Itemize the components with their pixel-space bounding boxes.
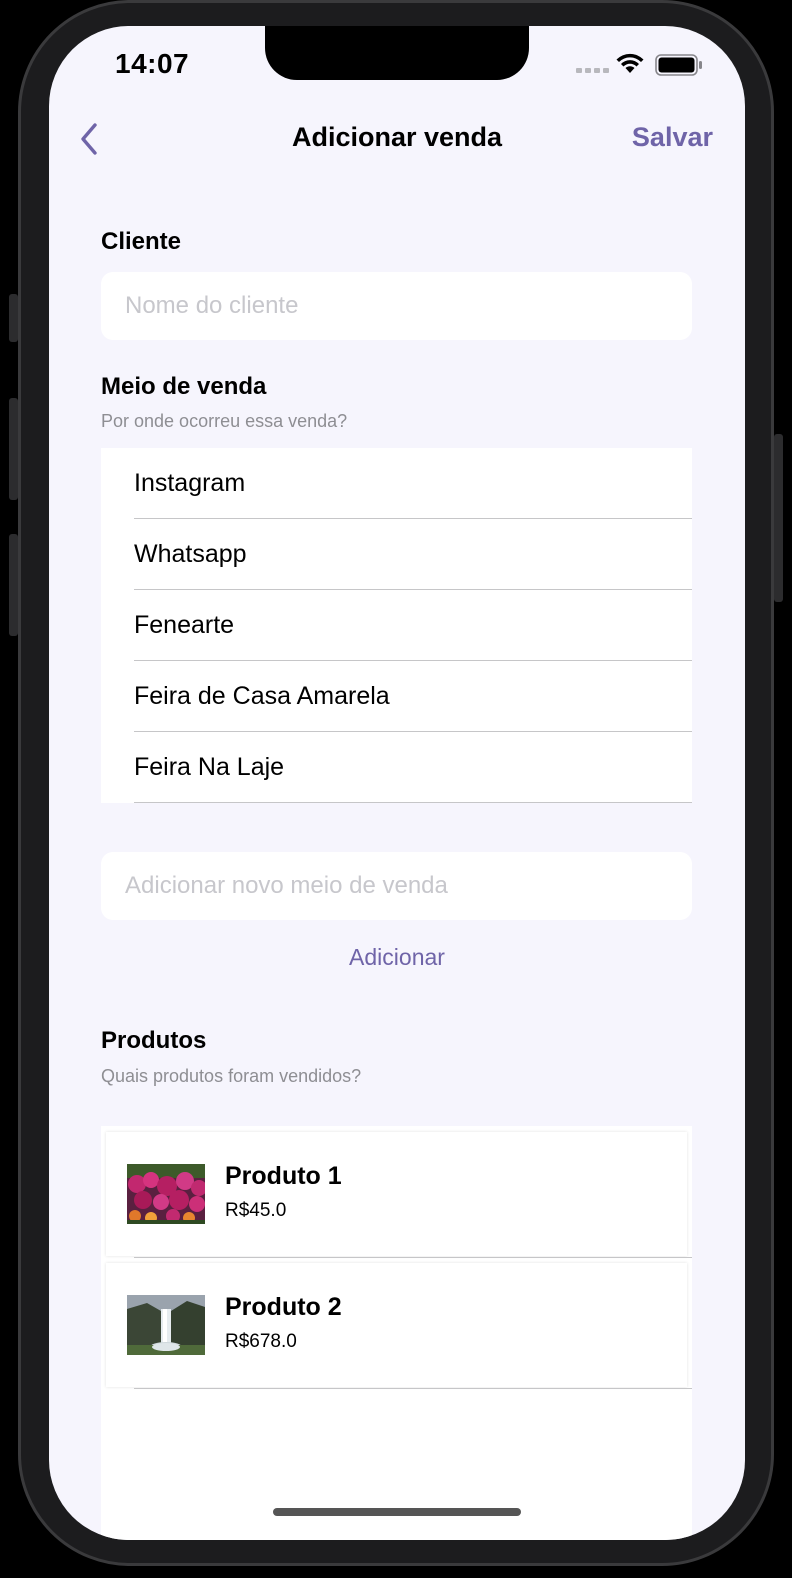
sales-channel-label: Fenearte (134, 611, 235, 639)
power-button (774, 434, 783, 602)
meio-de-venda-subtitle: Por onde ocorreu essa venda? (101, 411, 348, 431)
product-card[interactable]: Produto 2 R$678.0 (106, 1263, 687, 1387)
app-screen: 14:07 Adicionar venda Salvar Cliente Mei… (49, 26, 745, 1540)
cliente-label: Cliente (101, 228, 182, 255)
produtos-subtitle: Quais produtos foram vendidos? (101, 1066, 362, 1086)
sales-channel-item[interactable]: Fenearte (101, 590, 692, 661)
notch (265, 26, 529, 80)
sales-channel-item[interactable]: Whatsapp (101, 519, 692, 590)
sales-channel-item[interactable]: Feira de Casa Amarela (101, 661, 692, 732)
home-indicator[interactable] (273, 1508, 521, 1516)
meio-de-venda-label: Meio de venda (101, 373, 267, 400)
client-name-input[interactable] (101, 272, 692, 340)
sales-channel-label: Feira Na Laje (134, 753, 285, 781)
mute-switch (9, 294, 18, 342)
divider (134, 802, 692, 803)
product-price: R$45.0 (225, 1200, 287, 1221)
product-card[interactable]: Produto 1 R$45.0 (106, 1132, 687, 1256)
sales-channel-label: Whatsapp (134, 540, 247, 568)
product-name: Produto 1 (225, 1162, 342, 1190)
product-list: Produto 1 R$45.0 Produto 2 R$678.0 (101, 1126, 692, 1540)
sales-channel-label: Feira de Casa Amarela (134, 682, 390, 710)
new-sales-channel-input[interactable] (101, 852, 692, 920)
add-sales-channel-button[interactable]: Adicionar (49, 944, 745, 971)
cellular-signal-icon (576, 68, 609, 73)
product-thumbnail-waterfall (127, 1295, 205, 1355)
sales-channel-item[interactable]: Instagram (101, 448, 692, 519)
sales-channel-item[interactable]: Feira Na Laje (101, 732, 692, 803)
sales-channel-label: Instagram (134, 469, 246, 497)
volume-down-button (9, 534, 18, 636)
sales-channel-list: Instagram Whatsapp Fenearte Feira de Cas… (101, 448, 692, 803)
battery-icon (655, 54, 702, 76)
produtos-label: Produtos (101, 1027, 207, 1054)
product-price: R$678.0 (225, 1331, 297, 1352)
volume-up-button (9, 398, 18, 500)
status-time: 14:07 (115, 48, 190, 79)
divider (134, 1388, 692, 1389)
wifi-icon (616, 53, 644, 73)
product-thumbnail-flowers (127, 1164, 205, 1224)
product-name: Produto 2 (225, 1293, 342, 1321)
save-button[interactable]: Salvar (632, 122, 713, 153)
divider (134, 1257, 692, 1258)
